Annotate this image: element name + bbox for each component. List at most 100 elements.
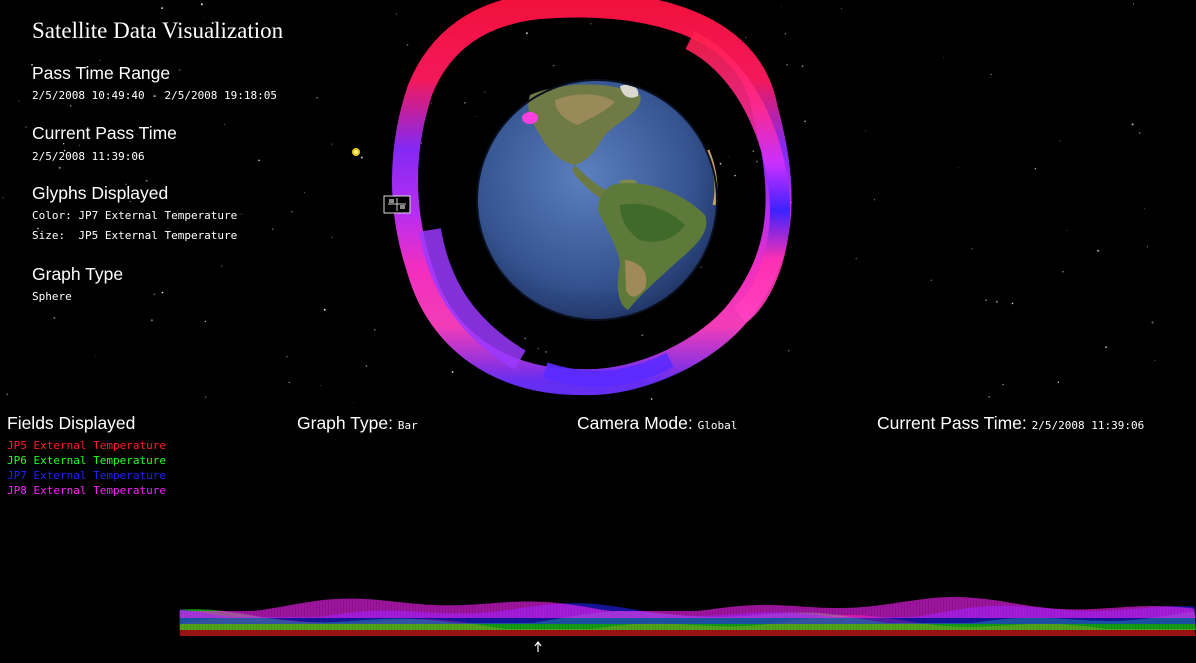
star <box>99 60 101 61</box>
star <box>552 64 555 67</box>
star <box>330 143 333 145</box>
field-jp6: JP6 External Temperature <box>7 454 166 467</box>
star <box>421 142 422 144</box>
glyph-color-field: Color: JP7 External Temperature <box>32 209 238 222</box>
star <box>431 102 433 104</box>
pass-time-range-heading: Pass Time Range <box>32 63 171 83</box>
star <box>1062 271 1064 273</box>
star <box>728 156 730 158</box>
star <box>58 167 61 169</box>
status-current-pass-time-value: 2/5/2008 11:39:06 <box>1031 419 1145 432</box>
bar-graph <box>179 597 1196 636</box>
star <box>865 130 867 132</box>
star <box>1105 346 1107 349</box>
star <box>840 8 842 10</box>
star <box>756 160 758 163</box>
star <box>1154 359 1156 361</box>
star <box>25 126 27 128</box>
star <box>475 116 477 117</box>
star <box>855 258 857 260</box>
star <box>744 36 747 39</box>
star <box>650 398 653 400</box>
star <box>545 351 547 353</box>
current-pass-time-value: 2/5/2008 11:39:06 <box>32 150 145 163</box>
star <box>590 23 592 25</box>
star <box>1138 132 1141 134</box>
star <box>784 32 787 35</box>
star <box>331 236 333 238</box>
star <box>316 96 319 99</box>
star <box>990 73 992 76</box>
graph-type-heading: Graph Type <box>32 264 124 284</box>
status-camera-mode: Camera Mode: Global <box>577 413 737 434</box>
star <box>537 347 540 350</box>
star <box>395 13 397 15</box>
star <box>943 57 945 59</box>
star <box>221 265 223 267</box>
star <box>286 355 288 358</box>
star <box>985 299 987 302</box>
star <box>323 308 326 311</box>
fields-displayed-heading: Fields Displayed <box>7 413 136 433</box>
star <box>957 167 959 169</box>
app-title: Satellite Data Visualization <box>32 18 284 43</box>
status-current-pass-time-label: Current Pass Time: <box>877 413 1027 433</box>
star <box>304 192 306 194</box>
star <box>801 65 804 67</box>
star <box>734 174 736 177</box>
star <box>641 334 644 337</box>
status-camera-mode-value: Global <box>697 419 738 432</box>
star <box>6 393 9 396</box>
star <box>352 401 354 403</box>
status-camera-mode-label: Camera Mode: <box>577 413 693 433</box>
star <box>360 156 363 159</box>
star <box>484 91 486 93</box>
visualization-viewport[interactable]: Satellite Data Visualization Pass Time R… <box>0 0 1196 663</box>
star <box>78 144 80 146</box>
star <box>200 3 203 6</box>
star <box>1066 229 1068 231</box>
glyph-size-field: Size: JP5 External Temperature <box>32 229 238 242</box>
star <box>988 395 991 398</box>
star <box>179 69 181 71</box>
star <box>94 354 96 356</box>
status-current-pass-time: Current Pass Time: 2/5/2008 11:39:06 <box>877 413 1144 434</box>
star <box>374 329 376 331</box>
star <box>1034 168 1036 170</box>
star <box>365 365 368 367</box>
star <box>153 293 156 296</box>
star <box>2 197 4 199</box>
star <box>1011 302 1014 305</box>
graph-type-value: Sphere <box>32 290 72 303</box>
star <box>1146 246 1149 248</box>
star <box>786 63 788 66</box>
star <box>271 228 274 231</box>
star <box>971 247 973 250</box>
star <box>1002 383 1004 386</box>
star <box>1059 140 1061 142</box>
star <box>464 102 466 104</box>
star <box>1131 123 1134 126</box>
current-pass-time-heading: Current Pass Time <box>32 123 177 143</box>
star <box>788 350 790 352</box>
status-graph-type: Graph Type: Bar <box>297 413 418 434</box>
star <box>781 5 783 7</box>
glyphs-displayed-heading: Glyphs Displayed <box>32 183 169 203</box>
field-jp8: JP8 External Temperature <box>7 484 166 497</box>
star <box>258 159 260 162</box>
star <box>53 316 56 320</box>
satellite-icon[interactable] <box>383 195 411 214</box>
star <box>874 199 876 201</box>
star <box>996 301 998 303</box>
star <box>320 385 321 386</box>
star <box>1144 208 1146 210</box>
star <box>1132 3 1135 5</box>
star <box>1151 321 1154 324</box>
status-graph-type-value: Bar <box>397 419 418 432</box>
star <box>1057 381 1060 383</box>
bar-band-3 <box>180 597 1196 618</box>
star <box>451 371 454 373</box>
sun-icon <box>352 148 360 156</box>
star <box>1097 249 1100 252</box>
star <box>150 319 153 322</box>
